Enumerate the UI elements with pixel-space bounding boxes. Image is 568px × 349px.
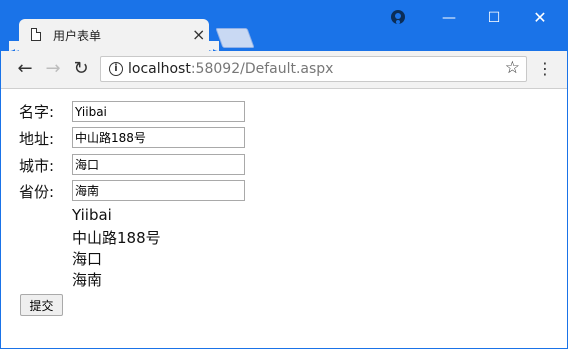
city-input[interactable]: [72, 154, 245, 175]
forward-arrow-icon[interactable]: →: [43, 59, 63, 79]
bookmark-star-icon[interactable]: ☆: [505, 58, 520, 78]
output-city: 海口: [72, 250, 103, 268]
name-label: 名字:: [19, 103, 55, 121]
address-label: 地址:: [19, 130, 55, 148]
city-label: 城市:: [19, 157, 55, 175]
province-label: 省份:: [19, 183, 55, 201]
title-bar: 用户表单 × — ☐ ✕: [1, 1, 567, 51]
close-window-button[interactable]: ✕: [517, 5, 563, 31]
reload-icon[interactable]: ↻: [71, 59, 91, 79]
url-host: localhost: [128, 61, 191, 77]
browser-window: 用户表单 × — ☐ ✕ ← → ↻ i localhost:58092/Def…: [0, 0, 568, 349]
browser-tab[interactable]: 用户表单 ×: [9, 19, 219, 51]
url-text[interactable]: localhost:58092/Default.aspx: [128, 61, 333, 77]
minimize-button[interactable]: —: [426, 5, 472, 31]
profile-icon[interactable]: [391, 10, 405, 24]
province-input[interactable]: [72, 180, 245, 201]
url-path: :58092/Default.aspx: [190, 61, 334, 77]
menu-icon[interactable]: ⋮: [537, 59, 553, 78]
maximize-button[interactable]: ☐: [471, 5, 517, 31]
output-province: 海南: [72, 271, 103, 289]
output-address: 中山路188号: [72, 229, 161, 247]
output-name: Yiibai: [72, 206, 112, 224]
back-arrow-icon[interactable]: ←: [15, 59, 35, 79]
address-bar[interactable]: i localhost:58092/Default.aspx ☆: [100, 56, 527, 82]
browser-toolbar: ← → ↻ i localhost:58092/Default.aspx ☆ ⋮: [1, 51, 567, 89]
address-input[interactable]: [72, 127, 245, 148]
tab-title: 用户表单: [53, 29, 102, 43]
name-input[interactable]: [72, 101, 245, 122]
close-tab-icon[interactable]: ×: [192, 25, 205, 44]
page-content: 名字: 地址: 城市: 省份: Yiibai 中山路188号 海口 海南 提交: [1, 89, 567, 348]
new-tab-button[interactable]: [215, 28, 255, 48]
submit-button[interactable]: 提交: [20, 294, 63, 316]
document-icon: [31, 28, 41, 41]
info-icon[interactable]: i: [109, 62, 123, 76]
